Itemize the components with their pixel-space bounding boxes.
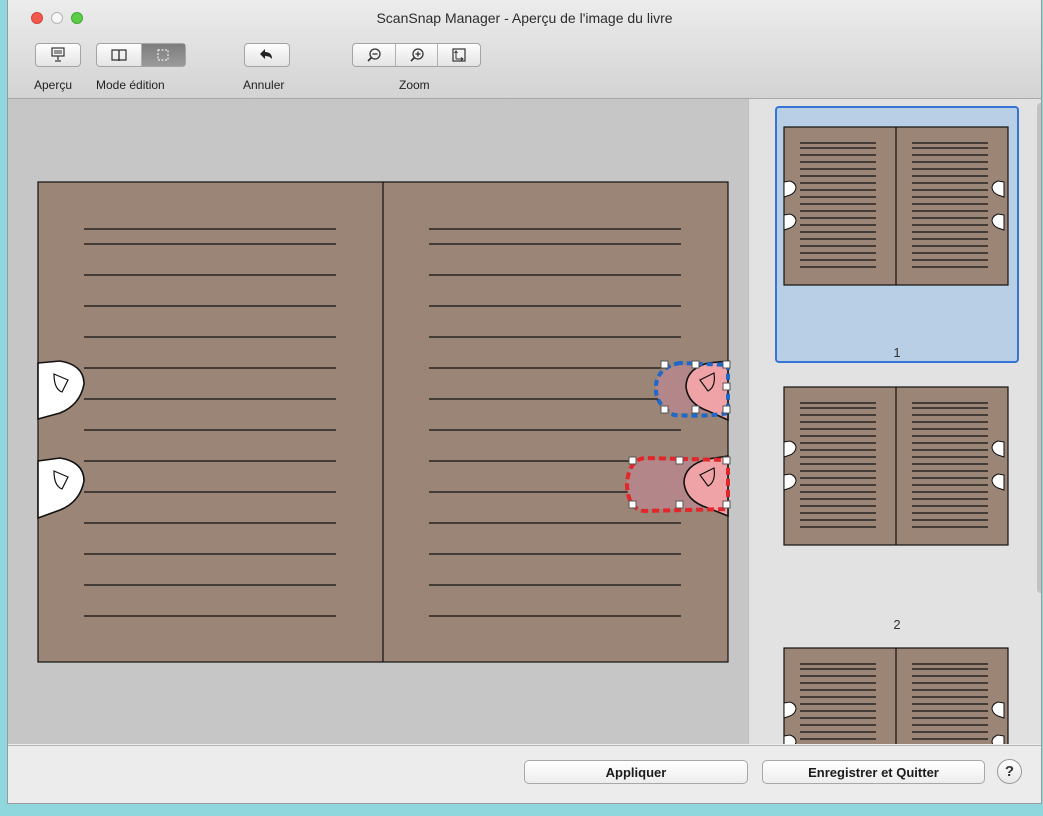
help-button[interactable]: ?: [997, 759, 1022, 784]
annuler-label: Annuler: [243, 78, 285, 92]
zoom-out-button[interactable]: [353, 44, 395, 66]
finger-selection-red[interactable]: [624, 455, 731, 518]
thumbnail-scrollbar[interactable]: [1037, 99, 1041, 744]
fit-window-icon: [452, 48, 466, 62]
thumbnail-page-3[interactable]: [784, 648, 1008, 744]
thumbnail-panel[interactable]: 1 2: [748, 99, 1041, 744]
zoom-in-icon: [409, 48, 424, 62]
annuler-button[interactable]: [244, 43, 290, 67]
apercu-button[interactable]: [35, 43, 81, 67]
thumbnail-number-2: 2: [893, 617, 901, 632]
bottom-bar: Appliquer Enregistrer et Quitter ?: [8, 745, 1041, 803]
toolbar: ScanSnap Manager - Aperçu de l'image du …: [8, 0, 1041, 99]
book-mode-segment[interactable]: [97, 44, 141, 66]
finger-selection-blue[interactable]: [653, 360, 731, 422]
apercu-label: Aperçu: [34, 78, 73, 92]
zoom-label: Zoom: [399, 78, 430, 92]
mode-edition-control[interactable]: [96, 43, 186, 67]
app-window: ScanSnap Manager - Aperçu de l'image du …: [7, 0, 1042, 804]
thumbnail-images: [749, 99, 1029, 744]
image-preview-area[interactable]: [8, 99, 748, 744]
window-title: ScanSnap Manager - Aperçu de l'image du …: [376, 10, 673, 26]
save-and-quit-button[interactable]: Enregistrer et Quitter: [762, 760, 985, 784]
edit-mode-segment[interactable]: [140, 44, 185, 66]
thumbnail-number-1: 1: [893, 345, 901, 360]
zoom-out-icon: [367, 48, 381, 62]
thumbnail-page-2[interactable]: [784, 387, 1008, 545]
book-page-image: [37, 181, 731, 663]
zoom-control[interactable]: [352, 43, 481, 67]
undo-icon: [260, 49, 272, 59]
zoom-in-button[interactable]: [394, 44, 438, 66]
fit-to-window-button[interactable]: [437, 44, 480, 66]
scrollbar-knob[interactable]: [1037, 103, 1041, 593]
thumbnail-page-1[interactable]: [784, 127, 1008, 285]
dotted-select-icon: [157, 49, 169, 61]
book-icon: [111, 49, 127, 62]
apply-button[interactable]: Appliquer: [524, 760, 748, 784]
mode-edition-label: Mode édition: [96, 78, 165, 92]
preview-icon: [51, 47, 65, 62]
